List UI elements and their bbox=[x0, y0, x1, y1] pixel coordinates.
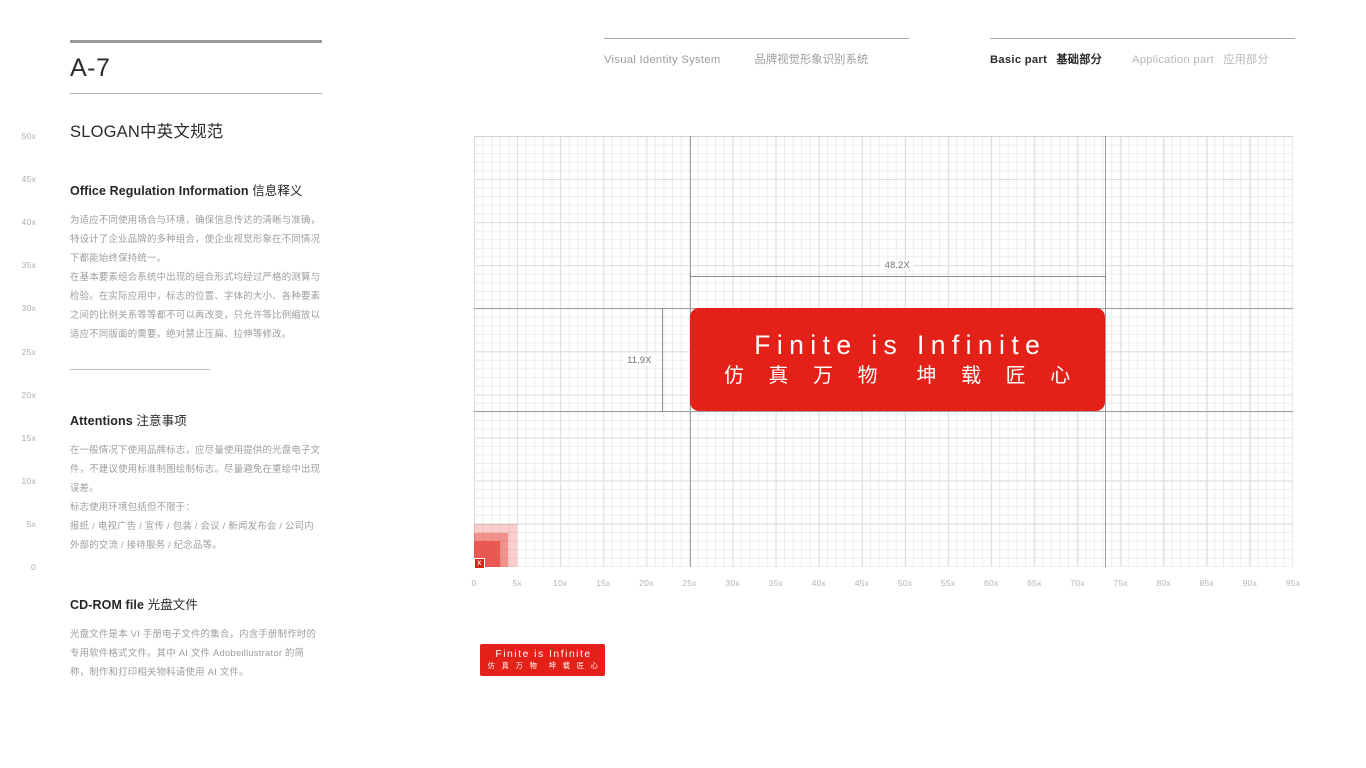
nav-vis-identity-cn: 品牌视觉形象识别系统 bbox=[754, 54, 869, 66]
section-heading-cn: 光盘文件 bbox=[147, 597, 198, 612]
x-axis-tick: 65x bbox=[1027, 578, 1042, 588]
x-axis-tick: 85x bbox=[1199, 578, 1215, 588]
paragraph: 在一般情况下使用品牌标志，应尽量使用提供的光盘电子文件，不建议使用标准制图绘制标… bbox=[70, 443, 321, 493]
x-axis-tick: 15x bbox=[596, 578, 611, 588]
y-axis-tick: 10x bbox=[21, 475, 36, 486]
y-axis-tick: 45x bbox=[21, 174, 36, 185]
dimension-label: 48.2X bbox=[880, 260, 914, 271]
x-axis-tick: 30x bbox=[725, 578, 740, 588]
dimension-label: 11.9X bbox=[623, 354, 656, 365]
x-axis-tick: 40x bbox=[811, 578, 827, 588]
logo-small-chinese: 仿 真 万 物 坤 载 匠 心 bbox=[487, 660, 601, 670]
logo-small-preview: Finite is Infinite 仿 真 万 物 坤 载 匠 心 bbox=[480, 644, 605, 676]
x-axis-tick: 10x bbox=[552, 578, 568, 588]
section-heading-en: Attentions bbox=[70, 413, 133, 428]
x-axis-tick: 5x bbox=[512, 578, 522, 588]
nav-vis-identity-en: Visual Identity System bbox=[604, 54, 721, 66]
paragraph: 在基本要素组合系统中出现的组合形式均经过严格的测算与检验。在实际应用中，标志的位… bbox=[70, 270, 321, 339]
x-axis-tick: 25x bbox=[682, 578, 697, 588]
nav-tab-application-part[interactable]: Application part 应用部分 bbox=[1132, 51, 1269, 67]
x-axis-tick: 95x bbox=[1285, 578, 1301, 588]
y-axis-tick: 20x bbox=[21, 389, 36, 400]
nav-system-title: Visual Identity System 品牌视觉形象识别系统 bbox=[604, 38, 909, 67]
paragraph: 为适应不同使用场合与环境，确保信息传达的清晰与准确，特设计了企业品牌的多种组合，… bbox=[70, 213, 321, 263]
nav-vis-identity: Visual Identity System bbox=[604, 54, 720, 66]
x-axis-tick: 20x bbox=[639, 578, 654, 588]
section-heading: Attentions 注意事项 bbox=[70, 410, 322, 429]
x-axis-tick: 35x bbox=[768, 578, 783, 588]
paragraph: 标志使用环境包括但不限于： bbox=[70, 500, 196, 512]
section-heading-cn: 信息释义 bbox=[252, 183, 303, 198]
nav-tab-basic-part[interactable]: Basic part 基础部分 bbox=[990, 51, 1102, 67]
section-heading-en: Office Regulation Information bbox=[70, 183, 249, 198]
dimension-height: 11.9X bbox=[623, 308, 666, 412]
logo-badge: Finite is Infinite 仿 真 万 物 坤 载 匠 心 bbox=[689, 308, 1106, 411]
page-title: SLOGAN中英文规范 bbox=[70, 122, 224, 141]
section-body: 在一般情况下使用品牌标志，应尽量使用提供的光盘电子文件，不建议使用标准制图绘制标… bbox=[70, 440, 322, 554]
nav-vis-identity-cn-wrap: 品牌视觉形象识别系统 bbox=[748, 51, 868, 67]
y-axis-tick: 35x bbox=[21, 260, 36, 271]
paragraph: 报纸 / 电视广告 / 宣传 / 包装 / 会议 / 新闻发布会 / 公司内外部… bbox=[70, 519, 314, 550]
y-axis: 0 5x 10x 15x 20x 25x 30x 35x 40x 45x 50x bbox=[0, 131, 36, 572]
guide-line bbox=[474, 410, 1293, 412]
x-axis-tick: 55x bbox=[940, 578, 956, 588]
x-axis-tick: 60x bbox=[984, 578, 999, 588]
vi-manual-page: A-7 SLOGAN中英文规范 Office Regulation Inform… bbox=[0, 0, 1366, 768]
y-axis-tick: 25x bbox=[21, 346, 36, 357]
nav-divider bbox=[990, 38, 1295, 39]
guide-line bbox=[1105, 136, 1107, 567]
section-body: 为适应不同使用场合与环境，确保信息传达的清晰与准确，特设计了企业品牌的多种组合，… bbox=[70, 210, 322, 343]
unit-swatch: X bbox=[474, 558, 485, 569]
nav-divider bbox=[604, 38, 909, 39]
y-axis-tick: 15x bbox=[21, 432, 36, 443]
section-cdrom-file: CD-ROM file 光盘文件 光盘文件是本 VI 手册电子文件的集合，内含手… bbox=[70, 594, 322, 681]
y-axis-tick: 5x bbox=[26, 518, 36, 529]
x-axis-tick: 90x bbox=[1242, 578, 1258, 588]
x-axis-tick: 80x bbox=[1156, 578, 1171, 588]
dimension-arrow bbox=[689, 273, 691, 281]
dimension-line bbox=[661, 308, 663, 411]
x-axis-tick: 50x bbox=[897, 578, 913, 588]
dimension-arrow bbox=[658, 308, 666, 310]
dimension-width: 48.2X bbox=[689, 260, 1107, 281]
nav-tab-basic-part-en: Basic part bbox=[990, 54, 1048, 66]
nav-tab-application-part-cn: 应用部分 bbox=[1223, 54, 1269, 66]
unit-marker-label: X bbox=[477, 560, 482, 567]
dimension-line bbox=[689, 276, 1106, 278]
code-divider bbox=[70, 92, 322, 94]
x-axis-tick: 75x bbox=[1113, 578, 1128, 588]
y-axis-tick: 30x bbox=[21, 303, 36, 314]
section-heading: CD-ROM file 光盘文件 bbox=[70, 594, 322, 613]
section-office-regulation: Office Regulation Information 信息释义 为适应不同… bbox=[70, 180, 322, 370]
nav-tab-basic-part-cn: 基础部分 bbox=[1056, 54, 1102, 66]
x-axis: 0 5x 10x 15x 20x 25x 30x 35x 40x 45x 50x 55x 60x 65x 7… bbox=[471, 578, 1304, 592]
x-axis-tick: 0 bbox=[471, 578, 477, 588]
paragraph: 光盘文件是本 VI 手册电子文件的集合，内含手册制作时的专用软件格式文件。其中 … bbox=[70, 627, 317, 677]
top-divider bbox=[70, 40, 322, 43]
y-axis-tick: 40x bbox=[21, 217, 36, 228]
section-body: 光盘文件是本 VI 手册电子文件的集合，内含手册制作时的专用软件格式文件。其中 … bbox=[70, 624, 322, 681]
section-attentions: Attentions 注意事项 在一般情况下使用品牌标志，应尽量使用提供的光盘电… bbox=[70, 410, 322, 554]
nav-tab-application-part-en: Application part bbox=[1131, 54, 1214, 66]
logo-english: Finite is Infinite bbox=[754, 329, 1047, 360]
left-column: A-7 SLOGAN中英文规范 Office Regulation Inform… bbox=[70, 40, 322, 681]
section-heading: Office Regulation Information 信息释义 bbox=[70, 180, 322, 199]
page-code: A-7 bbox=[70, 54, 111, 82]
y-axis-tick: 0 bbox=[31, 562, 36, 572]
dimension-arrow bbox=[658, 410, 666, 412]
x-axis-tick: 70x bbox=[1070, 578, 1085, 588]
section-heading-en: CD-ROM file bbox=[70, 597, 145, 612]
construction-grid: X Finite is Infinite 仿 真 万 物 坤 载 匠 心 48.2X 1… bbox=[474, 136, 1293, 569]
nav-parts: Basic part 基础部分 Application part 应用部分 bbox=[990, 38, 1295, 67]
x-axis-tick: 45x bbox=[854, 578, 870, 588]
logo-chinese: 仿 真 万 物 坤 载 匠 心 bbox=[723, 364, 1080, 387]
section-divider bbox=[70, 368, 210, 370]
logo-small-english: Finite is Infinite bbox=[495, 649, 592, 661]
y-axis-tick: 50x bbox=[21, 131, 36, 141]
section-heading-cn: 注意事项 bbox=[136, 413, 187, 428]
dimension-arrow bbox=[1105, 273, 1107, 281]
